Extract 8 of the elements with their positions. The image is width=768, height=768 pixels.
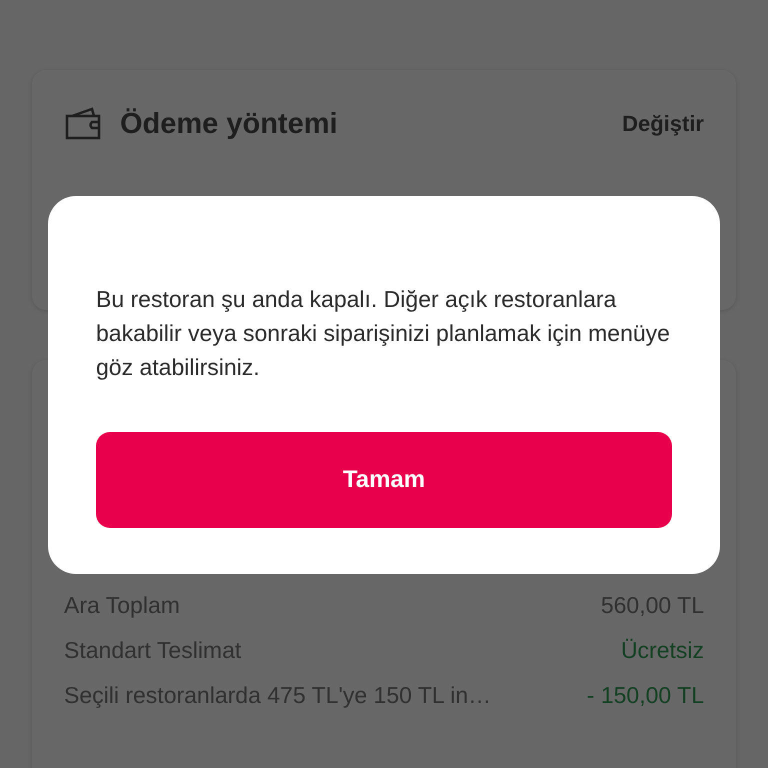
- row-value: - 150,00 TL: [586, 682, 704, 709]
- section-title: Ödeme yöntemi: [120, 108, 339, 140]
- change-link[interactable]: Değiştir: [622, 111, 704, 137]
- dialog-message: Bu restoran şu anda kapalı. Diğer açık restoranlara bakabilir veya sonraki siparişinizi planlamak için menüye göz atabilirsiniz.: [96, 285, 671, 382]
- row-label: Ara Toplam: [64, 592, 180, 619]
- row-value: Ücretsiz: [620, 637, 704, 664]
- ok-button[interactable]: Tamam: [96, 432, 672, 528]
- row-label: Standart Teslimat: [64, 637, 242, 664]
